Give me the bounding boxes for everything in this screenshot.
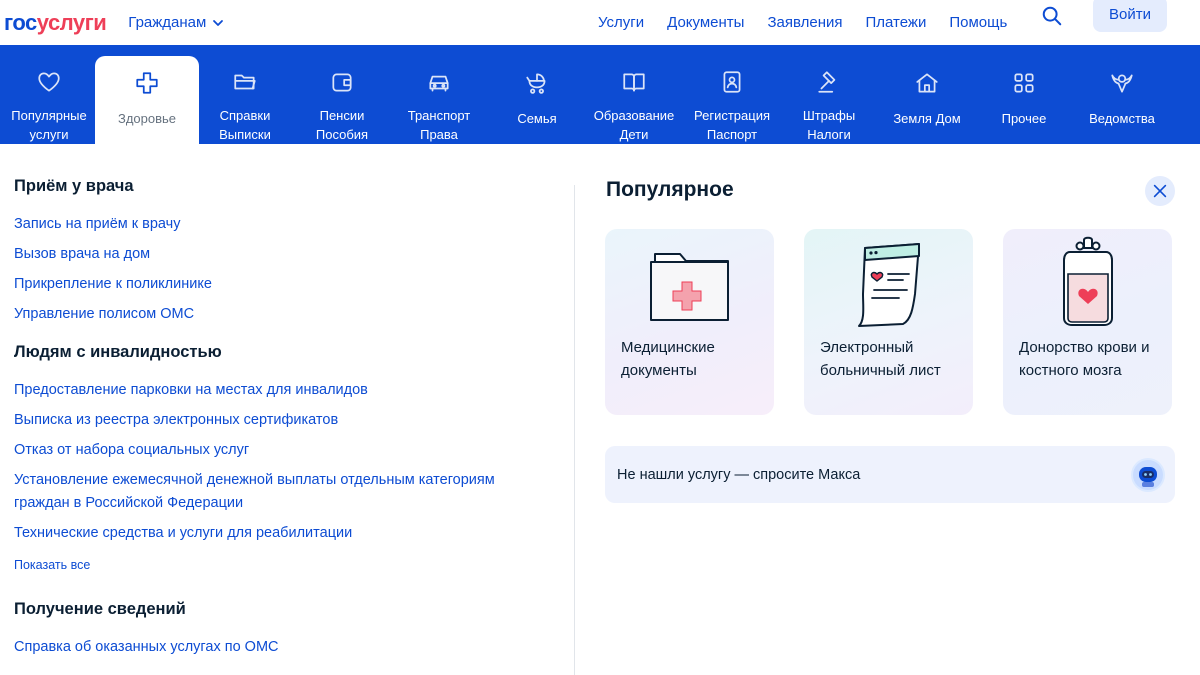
id-card-icon — [723, 70, 741, 93]
login-button[interactable]: Войти — [1093, 0, 1167, 32]
close-icon — [1153, 184, 1167, 198]
audience-selector[interactable]: Гражданам — [128, 14, 224, 31]
nav-documents[interactable]: Документы — [667, 14, 744, 31]
category-label: Земля Дом — [893, 111, 961, 126]
category-agencies[interactable]: Ведомства — [1070, 56, 1174, 144]
category-label: Здоровье — [117, 111, 177, 126]
close-button[interactable] — [1145, 176, 1175, 206]
category-pensions[interactable]: Пенсии Пособия — [290, 56, 394, 144]
category-family[interactable]: Семья — [485, 56, 589, 144]
ask-assistant-banner[interactable]: Не нашли услугу — спросите Макса — [605, 446, 1175, 503]
popular-title: Популярное — [606, 178, 734, 201]
gavel-icon — [818, 70, 836, 93]
category-fines[interactable]: Штрафы Налоги — [777, 56, 881, 144]
link-oms-services-report[interactable]: Справка об оказанных услугах по ОМС — [14, 636, 554, 659]
category-land[interactable]: Земля Дом — [875, 56, 979, 144]
card-text: Донорство крови и костного мозга — [1019, 339, 1150, 379]
logo-part-uslugi: услуги — [36, 9, 107, 35]
link-disabled-parking[interactable]: Предоставление парковки на местах для ин… — [14, 379, 554, 402]
top-navigation: Услуги Документы Заявления Платежи Помощ… — [598, 0, 1030, 45]
link-oms-policy[interactable]: Управление полисом ОМС — [14, 303, 554, 326]
category-bar: Популярные услуги Здоровье Справки Выпис… — [0, 45, 1200, 144]
heart-icon — [38, 71, 60, 92]
card-text: Медицинские документы — [621, 339, 715, 379]
link-monthly-payment[interactable]: Установление ежемесячной денежной выплат… — [14, 469, 554, 515]
search-icon — [1042, 6, 1062, 26]
category-label: Транспорт Права — [407, 108, 471, 142]
popular-card-blood-donation[interactable]: Донорство крови и костного мозга — [1003, 229, 1172, 415]
section-title-doctor: Приём у врача — [14, 177, 134, 195]
car-icon — [429, 75, 449, 92]
popular-card-sick-leave[interactable]: Электронный больничный лист — [804, 229, 973, 415]
link-certificates-registry[interactable]: Выписка из реестра электронных сертифика… — [14, 409, 554, 432]
link-doctor-appointment[interactable]: Запись на приём к врачу — [14, 213, 554, 236]
nav-applications[interactable]: Заявления — [767, 14, 842, 31]
category-popular[interactable]: Популярные услуги — [0, 56, 101, 144]
sick-leave-document-icon — [857, 242, 920, 327]
emblem-icon — [1111, 74, 1133, 93]
category-health[interactable]: Здоровье — [95, 56, 199, 144]
category-transport[interactable]: Транспорт Права — [387, 56, 491, 144]
category-education[interactable]: Образование Дети — [582, 56, 686, 144]
category-label: Образование Дети — [593, 108, 675, 142]
show-all-link[interactable]: Показать все — [14, 557, 554, 573]
nav-services[interactable]: Услуги — [598, 14, 644, 31]
folder-icon — [234, 74, 256, 89]
ask-assistant-text: Не нашли услугу — спросите Макса — [617, 466, 861, 483]
book-icon — [623, 73, 645, 92]
card-text: Электронный больничный лист — [820, 339, 941, 379]
category-label: Регистрация Паспорт — [694, 108, 770, 142]
link-doctor-home-call[interactable]: Вызов врача на дом — [14, 243, 554, 266]
robot-icon — [1133, 460, 1163, 490]
nav-payments[interactable]: Платежи — [866, 14, 927, 31]
category-certificates[interactable]: Справки Выписки — [193, 56, 297, 144]
section-title-info: Получение сведений — [14, 600, 186, 618]
medical-folder-icon — [649, 252, 729, 321]
grid-icon — [1014, 73, 1034, 93]
column-divider — [574, 185, 575, 675]
category-label: Ведомства — [1089, 111, 1155, 126]
medical-cross-icon — [136, 72, 158, 94]
chevron-down-icon — [213, 19, 224, 26]
link-clinic-attachment[interactable]: Прикрепление к поликлинике — [14, 273, 554, 296]
category-label: Справки Выписки — [219, 108, 271, 142]
search-button[interactable] — [1039, 3, 1065, 29]
link-social-services-refusal[interactable]: Отказ от набора социальных услуг — [14, 439, 554, 462]
logo-part-gos: гос — [4, 9, 37, 35]
category-other[interactable]: Прочее — [972, 56, 1076, 144]
health-services-menu: Приём у врача Запись на приём к врачу Вы… — [14, 176, 554, 659]
wallet-icon — [332, 73, 352, 92]
category-label: Прочее — [1001, 111, 1047, 126]
nav-help[interactable]: Помощь — [949, 14, 1007, 31]
house-icon — [916, 73, 938, 93]
assistant-avatar[interactable] — [1131, 458, 1165, 492]
gosuslugi-logo[interactable]: гос услуги — [4, 9, 107, 37]
popular-card-medical-documents[interactable]: Медицинские документы — [605, 229, 774, 415]
audience-label: Гражданам — [128, 14, 207, 31]
top-bar: гос услуги Гражданам Услуги Документы Зая… — [0, 0, 1200, 45]
section-title-disability: Людям с инвалидностью — [14, 343, 222, 361]
category-label: Семья — [517, 111, 557, 126]
blood-bag-icon — [1062, 236, 1113, 326]
link-rehab-equipment[interactable]: Технические средства и услуги для реабил… — [14, 522, 554, 545]
stroller-icon — [526, 73, 546, 94]
category-label: Популярные услуги — [11, 108, 87, 142]
category-registration[interactable]: Регистрация Паспорт — [680, 56, 784, 144]
category-label: Пенсии Пособия — [315, 108, 369, 142]
category-label: Штрафы Налоги — [802, 108, 856, 142]
